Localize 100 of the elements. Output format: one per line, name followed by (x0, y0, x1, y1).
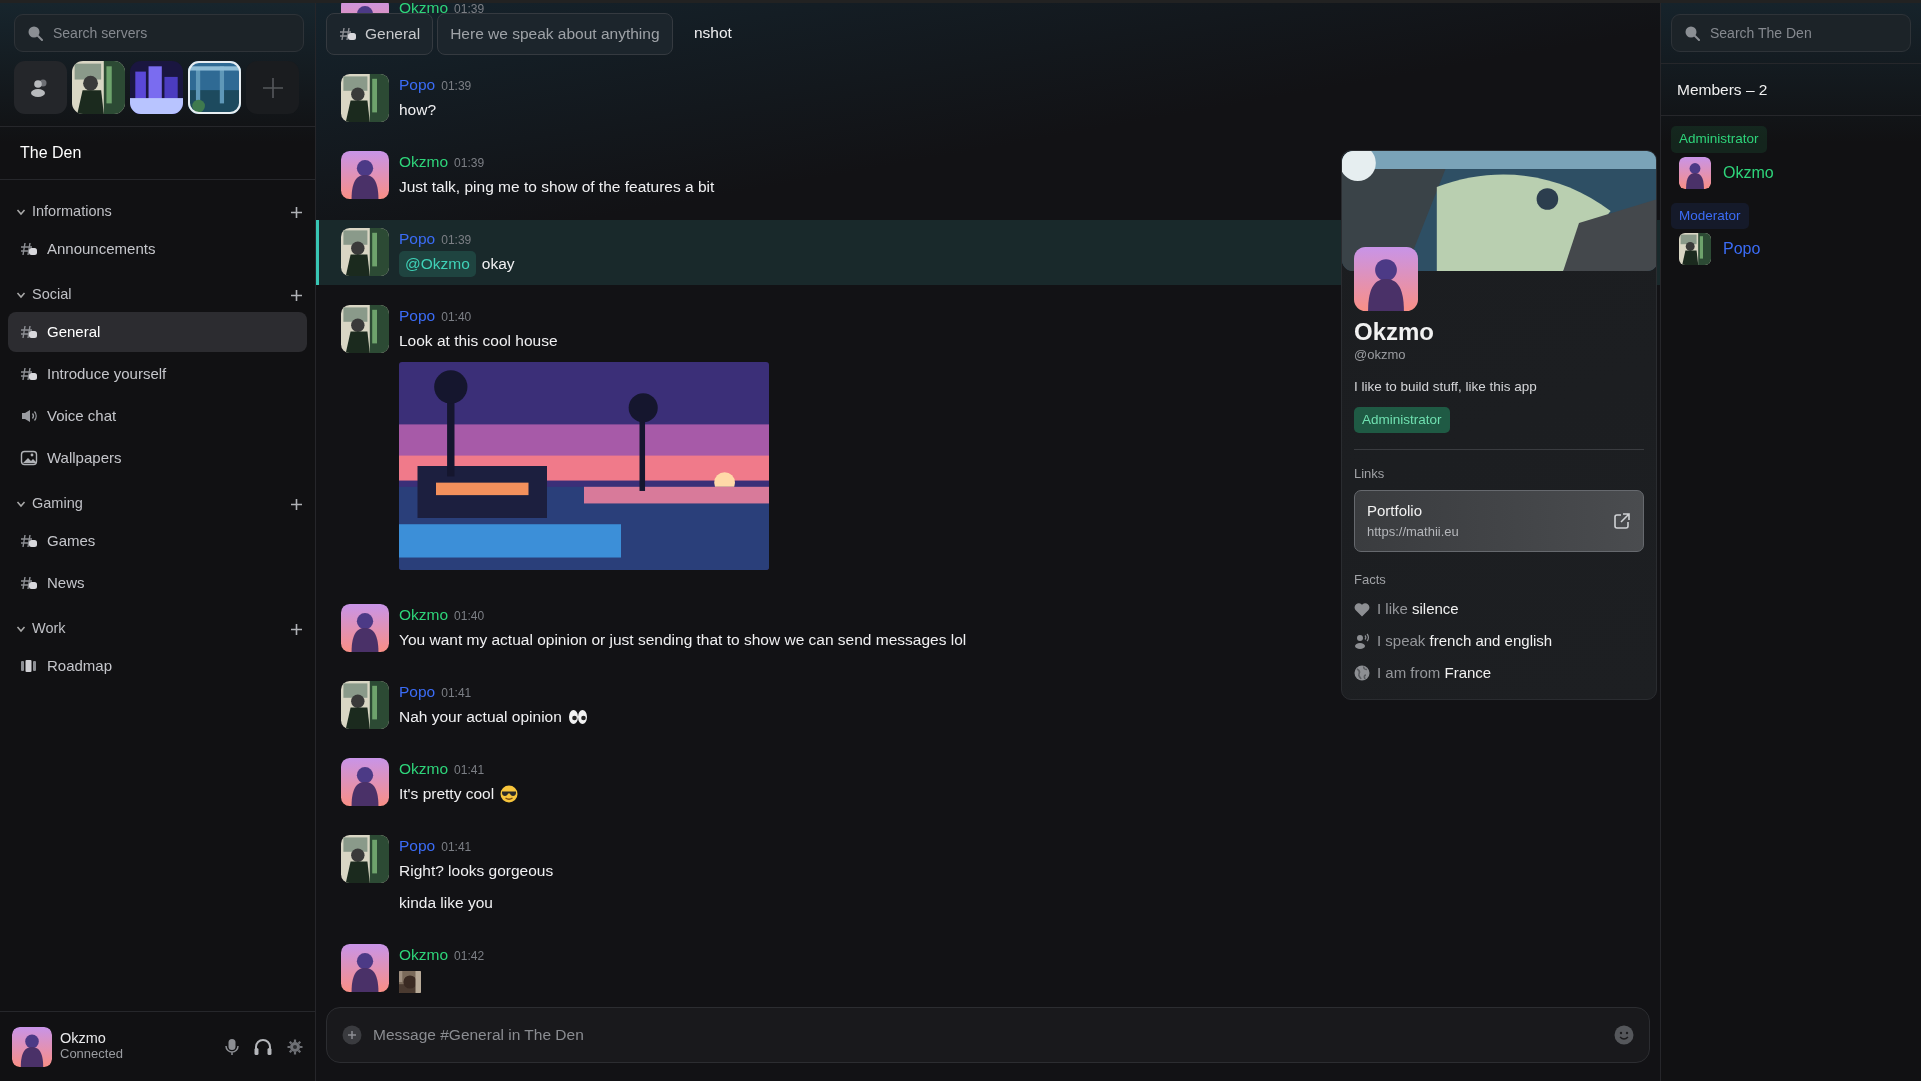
message-text: It's pretty cool (399, 784, 495, 804)
server-name: The Den (0, 127, 315, 180)
profile-name: Okzmo (1354, 319, 1435, 346)
profile-bio: I like to build stuff, like this app (1354, 377, 1538, 396)
external-link-icon (1613, 511, 1631, 530)
user-name: Okzmo (60, 1031, 107, 1048)
member-item[interactable]: Okzmo (1671, 152, 1911, 193)
hash-icon (20, 366, 38, 382)
avatar (1679, 156, 1711, 189)
message-input[interactable]: Message #General in The Den (326, 1007, 1650, 1063)
link-url: https://mathii.eu (1367, 523, 1460, 542)
plus-icon (261, 76, 284, 99)
message-text: okay (481, 254, 515, 274)
heart-icon (1354, 601, 1370, 617)
timestamp: 01:39 (454, 3, 485, 16)
role-badge: Administrator (1354, 407, 1450, 434)
person-speaking-icon (1354, 633, 1370, 650)
fact-text: I speak french and english (1377, 631, 1553, 652)
channel-item[interactable]: Announcements (8, 229, 307, 269)
link-card[interactable]: Portfolio https://mathii.eu (1354, 489, 1644, 552)
channel-item[interactable]: Games (8, 521, 307, 561)
add-channel-icon[interactable] (290, 497, 303, 511)
category-name[interactable]: Gaming (32, 493, 284, 515)
message-text: Nah your actual opinion (399, 707, 562, 727)
channel-item[interactable]: Introduce yourself (8, 354, 307, 394)
role-badge: Administrator (1671, 126, 1767, 153)
microphone-icon[interactable] (225, 1037, 239, 1056)
author-name[interactable]: Popo (399, 683, 436, 700)
search-icon (1684, 25, 1700, 41)
author-name[interactable]: Okzmo (399, 153, 449, 170)
channel-item[interactable]: News (8, 563, 307, 603)
section-label: Links (1354, 465, 1386, 484)
category-name[interactable]: Social (32, 284, 284, 306)
avatar (12, 1026, 52, 1067)
timestamp: 01:42 (454, 949, 485, 963)
hash-icon (20, 324, 38, 340)
search-field[interactable]: Search The Den (1671, 14, 1911, 52)
category-name[interactable]: Work (32, 618, 284, 640)
link-title: Portfolio (1367, 500, 1424, 521)
channel-item[interactable]: General (8, 312, 307, 352)
timestamp: 01:40 (454, 609, 485, 623)
fact-text: I am from France (1377, 663, 1492, 684)
timestamp: 01:41 (441, 840, 472, 854)
channel-topic: Here we speak about anything (437, 13, 673, 55)
author-name[interactable]: Popo (399, 837, 436, 854)
search-icon (27, 25, 43, 41)
timestamp: 01:41 (441, 686, 472, 700)
avatar (341, 604, 389, 652)
sunglasses-face-icon (500, 785, 519, 803)
settings-icon[interactable] (287, 1038, 303, 1055)
mention-tag[interactable]: @Okzmo (399, 251, 476, 277)
message-text: You want my actual opinion or just sending that to show we can send messages lol (399, 630, 967, 650)
image-icon (20, 450, 38, 466)
speaker-icon (20, 408, 38, 424)
message-text: how? (399, 100, 437, 120)
avatar (341, 944, 389, 992)
role-badge: Moderator (1671, 202, 1749, 229)
hash-icon (20, 533, 38, 549)
hash-icon (20, 575, 38, 591)
author-name[interactable]: Okzmo (399, 760, 449, 777)
category-name[interactable]: Informations (32, 201, 284, 223)
chevron-down-icon[interactable] (16, 624, 26, 634)
add-channel-icon[interactable] (290, 205, 303, 219)
timestamp: 01:39 (454, 156, 485, 170)
add-channel-icon[interactable] (290, 288, 303, 302)
smiley-icon[interactable] (1614, 1025, 1634, 1045)
chevron-down-icon[interactable] (16, 290, 26, 300)
author-name[interactable]: Okzmo (399, 606, 449, 623)
channel-name-chip: General (326, 13, 434, 55)
author-name[interactable]: Popo (399, 76, 436, 93)
message-text: Look at this cool house (399, 331, 558, 351)
message-text: kinda like you (399, 893, 493, 913)
author-name[interactable]: Okzmo (399, 946, 449, 963)
timestamp: 01:39 (441, 233, 472, 247)
chevron-down-icon[interactable] (16, 207, 26, 217)
user-status: Connected (60, 1047, 124, 1062)
headphones-icon[interactable] (253, 1037, 273, 1056)
timestamp: 01:41 (454, 763, 485, 777)
hash-icon (20, 241, 38, 257)
timestamp: 01:39 (441, 79, 472, 93)
board-icon (20, 658, 38, 674)
message-text: Just talk, ping me to show of the features a bit (399, 177, 715, 197)
eyes-icon (567, 709, 588, 725)
fact-text: I like silence (1377, 599, 1459, 620)
member-item[interactable]: Popo (1671, 228, 1911, 269)
search-field[interactable]: Search servers (14, 14, 304, 52)
message-text: Right? looks gorgeous (399, 861, 554, 881)
author-name[interactable]: Popo (399, 307, 436, 324)
channel-item[interactable]: Roadmap (8, 646, 307, 686)
chevron-down-icon[interactable] (16, 499, 26, 509)
avatar (341, 151, 389, 199)
hash-icon (339, 26, 357, 42)
channel-item[interactable]: Wallpapers (8, 438, 307, 478)
friends-button[interactable] (14, 61, 67, 114)
channel-item[interactable]: Voice chat (8, 396, 307, 436)
profile-handle: @okzmo (1354, 346, 1407, 365)
members-title: Members – 2 (1661, 64, 1921, 117)
add-channel-icon[interactable] (290, 622, 303, 636)
plus-circle-icon[interactable] (342, 1025, 362, 1045)
message-text: nshot (694, 23, 732, 43)
